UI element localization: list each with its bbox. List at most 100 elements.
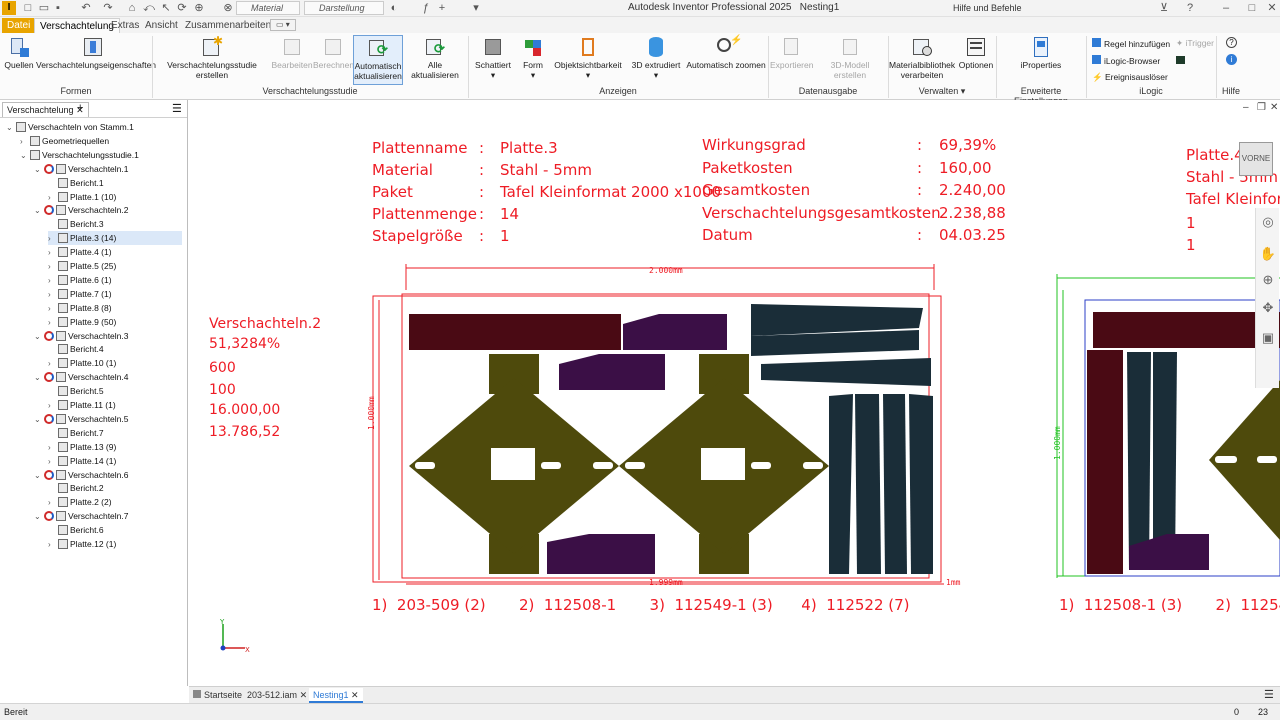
tab-datei[interactable]: Datei	[2, 18, 36, 33]
update-icon[interactable]: ⟳	[176, 2, 188, 14]
tree-item[interactable]: ⌄ Verschachteln von Stamm.1	[6, 120, 182, 134]
options-button[interactable]: Optionen	[957, 35, 995, 70]
zoom-plus-icon[interactable]: ⊕	[1256, 272, 1280, 288]
export-button[interactable]: Exportieren	[770, 35, 813, 70]
tree-item[interactable]: › Platte.8 (8)	[48, 301, 182, 315]
shaded-button[interactable]: Schattiert ▾	[474, 35, 512, 80]
tree-item[interactable]: Bericht.7	[48, 426, 182, 440]
material-library-button[interactable]: Materialbibliothek verarbeiten	[889, 35, 955, 80]
tree-item[interactable]: Bericht.2	[48, 481, 182, 495]
steering-wheel-icon[interactable]: ◎	[1256, 214, 1280, 230]
event-trigger-button[interactable]: ⚡ Ereignisauslöser	[1092, 72, 1168, 83]
tree-item[interactable]: › Platte.2 (2)	[48, 495, 182, 509]
home-icon[interactable]: ⌂	[126, 2, 138, 14]
tree-item[interactable]: ⌄ Verschachteln.4	[34, 370, 182, 384]
graphics-canvas[interactable]: Verschachteln.2 51,3284% 600 100 16.000,…	[189, 100, 1280, 686]
tab-ansicht[interactable]: Ansicht	[140, 18, 183, 33]
chevron-right-icon[interactable]: ›	[48, 496, 58, 510]
measure-icon[interactable]: ⊕	[193, 2, 205, 14]
chevron-down-icon[interactable]: ⌄	[34, 371, 44, 385]
inventor-logo[interactable]: I	[2, 1, 16, 15]
tree-item[interactable]: › Platte.5 (25)	[48, 259, 182, 273]
new-file-icon[interactable]: □	[22, 2, 34, 14]
hamburger-menu-icon[interactable]: ☰	[172, 102, 182, 115]
chevron-right-icon[interactable]: ›	[20, 135, 30, 149]
create-3d-model-button[interactable]: 3D-Modell erstellen	[814, 35, 886, 80]
chevron-right-icon[interactable]: ›	[48, 246, 58, 260]
canvas-minimize-icon[interactable]: –	[1243, 102, 1249, 113]
create-study-button[interactable]: ✱ Verschachtelungsstudie erstellen	[155, 35, 269, 80]
chevron-right-icon[interactable]: ›	[48, 538, 58, 552]
plus-icon[interactable]: +	[436, 2, 448, 14]
tree-item[interactable]: Bericht.5	[48, 384, 182, 398]
pan-hand-icon[interactable]: ✋	[1256, 246, 1280, 262]
tree-item[interactable]: › Platte.7 (1)	[48, 287, 182, 301]
save-icon[interactable]: ▪	[52, 2, 64, 14]
chevron-right-icon[interactable]: ›	[48, 455, 58, 469]
dropdown-icon[interactable]: ▾	[470, 2, 482, 14]
tab-extras[interactable]: Extras	[106, 18, 144, 33]
tree-item[interactable]: › Platte.10 (1)	[48, 356, 182, 370]
return-icon[interactable]: ⤺	[143, 2, 155, 14]
form-button[interactable]: Form ▾	[518, 35, 548, 80]
viewcube[interactable]: VORNE	[1239, 142, 1273, 176]
tree-item[interactable]: › Platte.14 (1)	[48, 454, 182, 468]
search-box[interactable]: Hilfe und Befehle durchsuchen...	[953, 1, 1077, 27]
info-icon[interactable]: i	[1226, 54, 1237, 65]
tree-item[interactable]: ⌄ Verschachteln.2	[34, 203, 182, 217]
maximize-icon[interactable]: □	[1246, 2, 1258, 14]
clear-icon[interactable]: ⊗	[222, 2, 234, 14]
tree-item[interactable]: ⌄ Verschachteln.5	[34, 412, 182, 426]
canvas-restore-icon[interactable]: ❐	[1257, 102, 1266, 113]
tree-item[interactable]: › Geometriequellen	[20, 134, 182, 148]
tree-item[interactable]: › Platte.9 (50)	[48, 315, 182, 329]
cart-icon[interactable]: ⊻	[1158, 2, 1170, 14]
open-folder-icon[interactable]: ▭	[38, 2, 50, 14]
tree-item[interactable]: › Platte.3 (14)	[48, 231, 182, 246]
add-tab-icon[interactable]: +	[77, 102, 83, 114]
undo-icon[interactable]: ↶	[80, 2, 92, 14]
ilogic-browser-button[interactable]: iLogic-Browser	[1092, 55, 1160, 66]
doc-tab-home[interactable]: Startseite	[193, 688, 242, 703]
tree-item[interactable]: › Platte.13 (9)	[48, 440, 182, 454]
chevron-down-icon[interactable]: ⌄	[34, 469, 44, 483]
edit-button[interactable]: Bearbeiten	[271, 35, 313, 70]
chevron-down-icon[interactable]: ⌄	[34, 163, 44, 177]
update-all-button[interactable]: ⟳ Alle aktualisieren	[405, 35, 465, 80]
visibility-button[interactable]: Objektsichtbarkeit ▾	[554, 35, 622, 80]
tree-item[interactable]: Bericht.6	[48, 523, 182, 537]
tree-item[interactable]: › Platte.12 (1)	[48, 537, 182, 551]
material-dropdown[interactable]: Material	[236, 1, 300, 15]
chevron-right-icon[interactable]: ›	[48, 399, 58, 413]
chevron-right-icon[interactable]: ›	[48, 260, 58, 274]
doc-tab-assembly[interactable]: 203-512.iam ✕	[247, 688, 307, 703]
tree-item[interactable]: Bericht.4	[48, 342, 182, 356]
iproperties-button[interactable]: iProperties	[1016, 35, 1066, 70]
doc-tabs-menu-icon[interactable]: ☰	[1264, 688, 1274, 703]
chevron-right-icon[interactable]: ›	[48, 441, 58, 455]
adjust-icon[interactable]: ◐	[388, 2, 400, 14]
tab-zusammenarbeiten[interactable]: Zusammenarbeiten	[180, 18, 276, 33]
nest-properties-button[interactable]: Verschachtelungseigenschaften	[36, 35, 156, 70]
quellen-button[interactable]: Quellen	[4, 35, 34, 70]
tree-item[interactable]: ⌄ Verschachteln.3	[34, 329, 182, 343]
add-rule-button[interactable]: Regel hinzufügen	[1092, 38, 1170, 49]
orbit-icon[interactable]: ✥	[1256, 300, 1280, 316]
chevron-down-icon[interactable]: ⌄	[34, 413, 44, 427]
chevron-right-icon[interactable]: ›	[48, 232, 58, 246]
tree-item[interactable]: › Platte.6 (1)	[48, 273, 182, 287]
chevron-right-icon[interactable]: ›	[48, 191, 58, 205]
select-icon[interactable]: ↖	[160, 2, 172, 14]
compute-button[interactable]: Berechnen	[313, 35, 354, 70]
chevron-right-icon[interactable]: ›	[48, 302, 58, 316]
doc-tab-nesting[interactable]: Nesting1 ✕	[309, 688, 363, 703]
auto-update-button[interactable]: ⟳ Automatisch aktualisieren	[353, 35, 403, 85]
auto-zoom-button[interactable]: ⚡ Automatisch zoomen	[686, 35, 766, 71]
canvas-close-icon[interactable]: ✕	[1270, 102, 1278, 113]
tree-item[interactable]: ⌄ Verschachtelungsstudie.1	[20, 148, 182, 162]
chevron-right-icon[interactable]: ›	[48, 274, 58, 288]
redo-icon[interactable]: ↷	[102, 2, 114, 14]
group-verwalten[interactable]: Verwalten ▾	[888, 86, 996, 97]
chevron-right-icon[interactable]: ›	[48, 357, 58, 371]
chevron-down-icon[interactable]: ⌄	[34, 204, 44, 218]
